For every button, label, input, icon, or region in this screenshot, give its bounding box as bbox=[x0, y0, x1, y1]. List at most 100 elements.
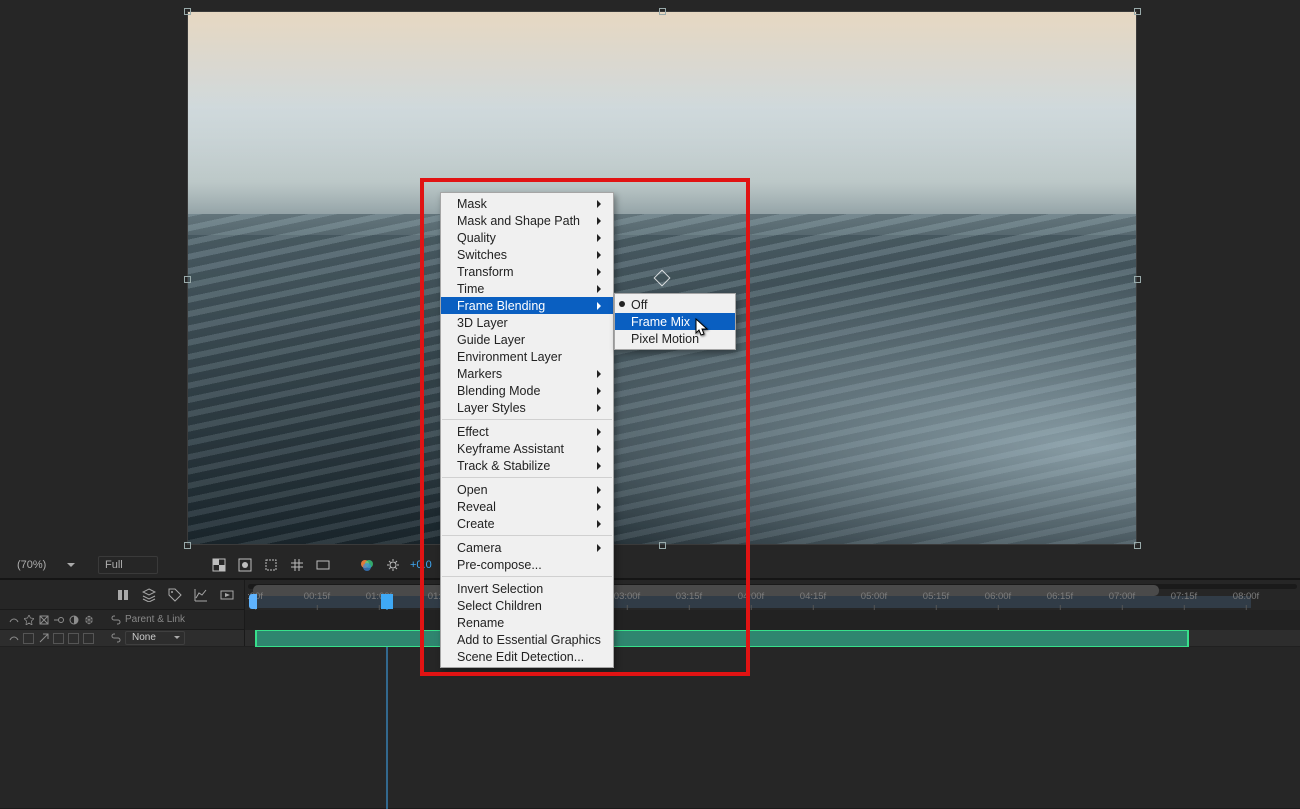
resolution-select[interactable]: Full bbox=[98, 556, 158, 574]
context-menu-item-invert-selection[interactable]: Invert Selection bbox=[441, 580, 613, 597]
timeline-ruler[interactable]: :00f00:15f01:00f01:15f02:00f02:15f03:00f… bbox=[245, 580, 1300, 610]
guides-icon[interactable] bbox=[314, 556, 332, 574]
selection-handle-mr[interactable] bbox=[1134, 276, 1141, 283]
context-menu[interactable]: MaskMask and Shape PathQualitySwitchesTr… bbox=[440, 192, 614, 668]
selection-handle-br[interactable] bbox=[1134, 542, 1141, 549]
context-menu-item-keyframe-assistant[interactable]: Keyframe Assistant bbox=[441, 440, 613, 457]
color-management-icon[interactable] bbox=[358, 556, 376, 574]
selection-handle-ml[interactable] bbox=[184, 276, 191, 283]
ruler-tick: 06:15f bbox=[1047, 591, 1073, 602]
context-menu-item-mask-and-shape-path[interactable]: Mask and Shape Path bbox=[441, 212, 613, 229]
context-menu-item-reveal[interactable]: Reveal bbox=[441, 498, 613, 515]
layers-icon[interactable] bbox=[140, 586, 158, 604]
selection-handle-tr[interactable] bbox=[1134, 8, 1141, 15]
context-menu-item-open[interactable]: Open bbox=[441, 481, 613, 498]
work-area-start[interactable] bbox=[249, 594, 257, 609]
timeline-panel: :00f00:15f01:00f01:15f02:00f02:15f03:00f… bbox=[0, 580, 1300, 808]
context-menu-item-markers[interactable]: Markers bbox=[441, 365, 613, 382]
context-menu-item-add-to-essential-graphics[interactable]: Add to Essential Graphics bbox=[441, 631, 613, 648]
context-menu-item-create[interactable]: Create bbox=[441, 515, 613, 532]
context-menu-item-camera[interactable]: Camera bbox=[441, 539, 613, 556]
track-header-spacer bbox=[245, 610, 1300, 630]
transparency-grid-icon[interactable] bbox=[210, 556, 228, 574]
context-menu-separator bbox=[442, 535, 612, 536]
context-menu-item-mask[interactable]: Mask bbox=[441, 195, 613, 212]
ruler-tick: 00:15f bbox=[304, 591, 330, 602]
layer-link-icon[interactable] bbox=[110, 633, 121, 644]
layer-switch-4[interactable] bbox=[83, 633, 94, 644]
adjustment-icon[interactable] bbox=[68, 614, 79, 625]
tag-icon[interactable] bbox=[166, 586, 184, 604]
ruler-tick: 06:00f bbox=[985, 591, 1011, 602]
composition-viewer bbox=[0, 0, 1300, 578]
timeline-split-icon[interactable] bbox=[114, 586, 132, 604]
timeline-header-left bbox=[0, 580, 245, 609]
grid-icon[interactable] bbox=[288, 556, 306, 574]
selection-handle-tl[interactable] bbox=[184, 8, 191, 15]
context-submenu-item-off[interactable]: Off bbox=[615, 296, 735, 313]
context-menu-item-3d-layer[interactable]: 3D Layer bbox=[441, 314, 613, 331]
layer-row-switches: None bbox=[0, 630, 245, 646]
ruler-tick: 03:15f bbox=[676, 591, 702, 602]
layer-row[interactable]: None bbox=[0, 630, 1300, 647]
radio-checked-icon bbox=[619, 301, 625, 307]
context-menu-item-transform[interactable]: Transform bbox=[441, 263, 613, 280]
chevron-down-icon[interactable] bbox=[66, 560, 76, 570]
zoom-slider-track[interactable] bbox=[248, 584, 1297, 589]
link-icon[interactable] bbox=[110, 614, 121, 625]
exposure-value[interactable]: +0.0 bbox=[410, 559, 432, 571]
ruler-tick: 05:00f bbox=[861, 591, 887, 602]
context-menu-item-quality[interactable]: Quality bbox=[441, 229, 613, 246]
context-menu-item-track-stabilize[interactable]: Track & Stabilize bbox=[441, 457, 613, 474]
layer-shy-switch[interactable] bbox=[8, 633, 19, 644]
context-menu-item-environment-layer[interactable]: Environment Layer bbox=[441, 348, 613, 365]
frame-blend-icon[interactable] bbox=[38, 614, 49, 625]
selection-handle-bc[interactable] bbox=[659, 542, 666, 549]
playhead[interactable] bbox=[381, 594, 393, 609]
fx-icon[interactable] bbox=[23, 614, 34, 625]
context-menu-item-switches[interactable]: Switches bbox=[441, 246, 613, 263]
layer-switch-3[interactable] bbox=[68, 633, 79, 644]
ruler-ticks: :00f00:15f01:00f01:15f02:00f02:15f03:00f… bbox=[245, 591, 1300, 610]
selection-handle-bl[interactable] bbox=[184, 542, 191, 549]
exposure-icon[interactable] bbox=[384, 556, 402, 574]
timeline-header: :00f00:15f01:00f01:15f02:00f02:15f03:00f… bbox=[0, 580, 1300, 610]
layer-switch-2[interactable] bbox=[53, 633, 64, 644]
timeline-columns-header: Parent & Link bbox=[0, 610, 1300, 630]
ruler-tick: 07:00f bbox=[1109, 591, 1135, 602]
render-icon[interactable] bbox=[218, 586, 236, 604]
context-submenu-frame-blending[interactable]: OffFrame MixPixel Motion bbox=[614, 293, 736, 350]
zoom-level[interactable]: (70%) bbox=[10, 556, 58, 574]
context-menu-item-select-children[interactable]: Select Children bbox=[441, 597, 613, 614]
layer-fx-switch[interactable] bbox=[38, 633, 49, 644]
context-menu-separator bbox=[442, 419, 612, 420]
context-submenu-item-pixel-motion[interactable]: Pixel Motion bbox=[615, 330, 735, 347]
shy-icon[interactable] bbox=[8, 614, 19, 625]
context-menu-item-layer-styles[interactable]: Layer Styles bbox=[441, 399, 613, 416]
graph-icon[interactable] bbox=[192, 586, 210, 604]
context-menu-item-effect[interactable]: Effect bbox=[441, 423, 613, 440]
context-menu-item-frame-blending[interactable]: Frame Blending bbox=[441, 297, 613, 314]
ruler-tick: 04:00f bbox=[738, 591, 764, 602]
context-menu-item-pre-compose[interactable]: Pre-compose... bbox=[441, 556, 613, 573]
selection-handle-tc[interactable] bbox=[659, 8, 666, 15]
layer-clip[interactable] bbox=[255, 630, 1189, 647]
context-menu-item-rename[interactable]: Rename bbox=[441, 614, 613, 631]
context-menu-separator bbox=[442, 477, 612, 478]
roi-icon[interactable] bbox=[262, 556, 280, 574]
context-submenu-item-frame-mix[interactable]: Frame Mix bbox=[615, 313, 735, 330]
3d-icon[interactable] bbox=[83, 614, 94, 625]
context-menu-item-scene-edit-detection[interactable]: Scene Edit Detection... bbox=[441, 648, 613, 665]
context-menu-item-guide-layer[interactable]: Guide Layer bbox=[441, 331, 613, 348]
parent-select[interactable]: None bbox=[125, 631, 185, 645]
switches-header: Parent & Link bbox=[0, 610, 245, 629]
ruler-tick: 05:15f bbox=[923, 591, 949, 602]
mask-toggle-icon[interactable] bbox=[236, 556, 254, 574]
preview-footer: (70%) Full +0.0 bbox=[0, 551, 1300, 578]
ruler-tick: 08:00f bbox=[1233, 591, 1259, 602]
ruler-tick: 04:15f bbox=[800, 591, 826, 602]
motion-blur-icon[interactable] bbox=[53, 614, 64, 625]
context-menu-item-time[interactable]: Time bbox=[441, 280, 613, 297]
context-menu-item-blending-mode[interactable]: Blending Mode bbox=[441, 382, 613, 399]
layer-switch-1[interactable] bbox=[23, 633, 34, 644]
